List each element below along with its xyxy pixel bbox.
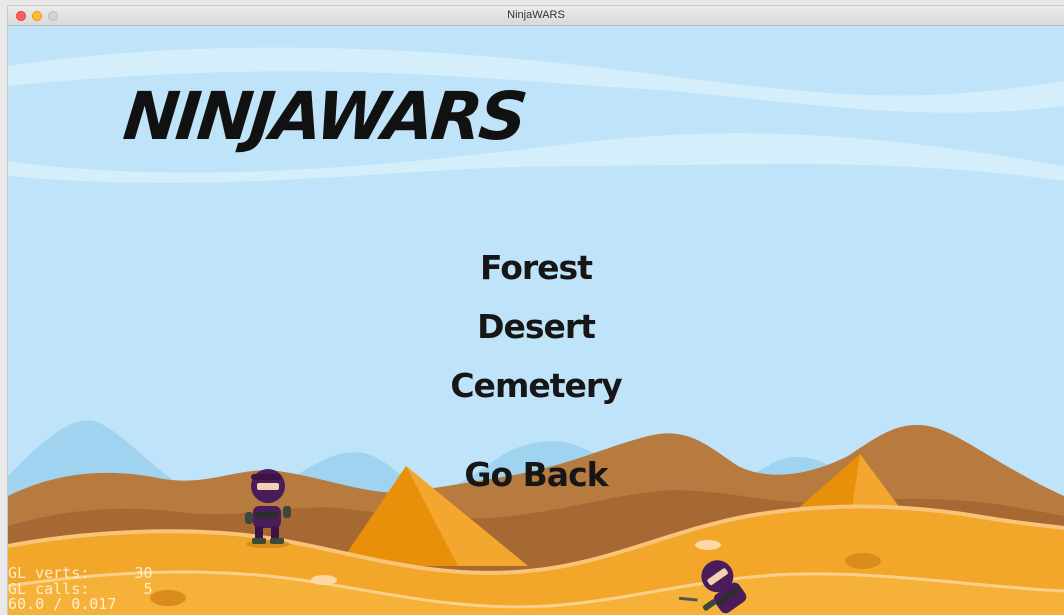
sand-highlight	[695, 540, 721, 550]
sand-pit	[845, 553, 881, 569]
level-desert-button[interactable]: Desert	[436, 307, 636, 346]
debug-stats: GL verts: 30 GL calls: 5 60.0 / 0.017	[8, 565, 153, 613]
game-title-logo: NINJAWARS	[119, 78, 528, 155]
go-back-button[interactable]: Go Back	[436, 455, 636, 494]
sand-highlight	[311, 575, 337, 585]
game-window: NinjaWARS NINJAWARS Forest Desert Cemete…	[8, 6, 1064, 615]
fps-readout: 60.0 / 0.017	[8, 595, 117, 613]
title-bar: NinjaWARS	[8, 6, 1064, 26]
game-canvas[interactable]: NINJAWARS Forest Desert Cemetery Go Back…	[8, 26, 1064, 615]
level-forest-button[interactable]: Forest	[436, 248, 636, 287]
window-title: NinjaWARS	[507, 9, 565, 21]
level-cemetery-button[interactable]: Cemetery	[436, 366, 636, 405]
sand-pit	[150, 590, 186, 606]
gl-calls-value: 5	[143, 579, 153, 598]
